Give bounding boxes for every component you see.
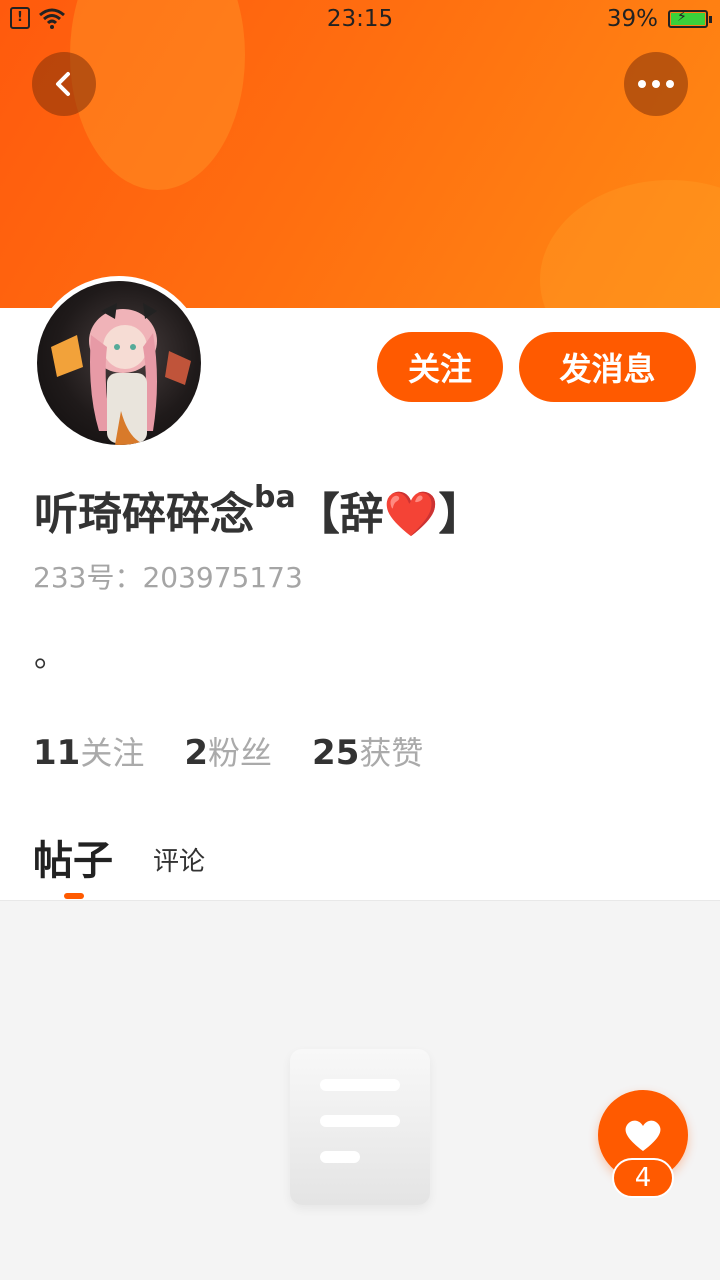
profile-banner: ! 23:15 39% ⚡ [0,0,720,308]
back-button[interactable] [32,52,96,116]
more-dots-icon [638,80,674,88]
profile-tabs: 帖子 评论 [33,828,205,886]
active-tab-indicator [64,893,84,899]
profile-card: 关注 发消息 听琦碎碎念ba【辞❤️】 233号：203975173 。 11关… [0,276,720,900]
chevron-left-icon [56,72,70,96]
empty-document-icon [290,1049,430,1205]
stat-fans[interactable]: 2粉丝 [184,728,272,774]
battery-percent: 39% [606,6,658,32]
more-button[interactable] [624,52,688,116]
username-bracket-close: 】 [438,489,483,540]
status-bar: ! 23:15 39% ⚡ [0,0,720,40]
username-bracket-open: 【辞 [295,489,384,540]
user-bio: 。 [34,636,67,674]
stat-likes[interactable]: 25获赞 [312,728,423,774]
anime-girl-avatar [37,281,201,445]
profile-stats: 11关注 2粉丝 25获赞 [33,728,423,774]
tab-comments[interactable]: 评论 [153,841,205,886]
battery-icon: ⚡ [668,9,712,28]
heart-icon [625,1120,661,1151]
tab-posts[interactable]: 帖子 [33,828,113,886]
avatar[interactable] [32,276,206,450]
banner-decoration [540,180,720,308]
user-id: 233号：203975173 [33,561,303,594]
follow-button[interactable]: 关注 [377,332,503,402]
heart-icon: ❤️ [383,489,439,540]
like-count-badge: 4 [612,1158,674,1198]
username-superscript: ba [254,480,296,516]
username-main: 听琦碎碎念 [34,489,254,540]
message-button[interactable]: 发消息 [519,332,696,402]
stat-following[interactable]: 11关注 [33,728,144,774]
username: 听琦碎碎念ba【辞❤️】 [34,478,483,542]
posts-empty-state [0,900,720,1280]
